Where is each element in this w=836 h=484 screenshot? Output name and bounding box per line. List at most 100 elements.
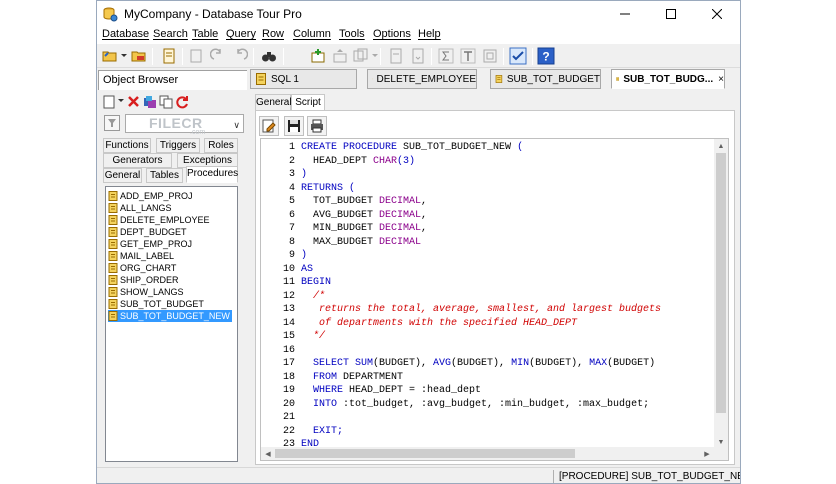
list-item[interactable]: MAIL_LABEL xyxy=(108,250,174,262)
code-token: TOT_BUDGET xyxy=(301,196,380,207)
code-token: returns the total, average, smallest, an… xyxy=(301,304,662,315)
code-text: ) xyxy=(301,168,307,181)
tab-triggers[interactable]: Triggers xyxy=(156,138,200,153)
vertical-scrollbar[interactable]: ▲ ▼ xyxy=(714,139,728,447)
edit-script-button[interactable] xyxy=(259,116,279,136)
list-item[interactable]: GET_EMP_PROJ xyxy=(108,238,192,250)
tab-delete-employee[interactable]: DELETE_EMPLOYEE xyxy=(367,69,477,89)
menu-row[interactable]: Row xyxy=(262,28,284,40)
code-text: MIN_BUDGET DECIMAL, xyxy=(301,222,427,235)
edit-button[interactable] xyxy=(186,46,206,66)
list-item[interactable]: SHOW_LANGS xyxy=(108,286,184,298)
code-text: AVG_BUDGET DECIMAL, xyxy=(301,209,427,222)
code-token: (BUDGET), xyxy=(451,358,512,369)
menu-table[interactable]: Table xyxy=(192,28,218,40)
list-item[interactable]: ALL_LANGS xyxy=(108,202,172,214)
line-number: 21 xyxy=(282,412,295,423)
list-item[interactable]: ORG_CHART xyxy=(108,262,176,274)
procedure-icon xyxy=(108,191,118,201)
open-dropdown-arrow[interactable] xyxy=(121,54,127,57)
tab-sub-tot-budget[interactable]: SUB_TOT_BUDGET xyxy=(490,69,601,89)
procedure-document-icon xyxy=(616,77,620,81)
list-item[interactable]: ADD_EMP_PROJ xyxy=(108,190,193,202)
minimize-button[interactable] xyxy=(602,1,648,27)
save-disk-icon xyxy=(288,120,300,132)
vertical-scroll-thumb[interactable] xyxy=(716,153,726,413)
menu-tools[interactable]: Tools xyxy=(339,28,365,40)
tab-script[interactable]: Script xyxy=(291,94,325,111)
code-token: DECIMAL xyxy=(379,196,422,207)
code-text: RETURNS ( xyxy=(301,182,355,195)
close-database-button[interactable] xyxy=(129,46,149,66)
list-item[interactable]: DELETE_EMPLOYEE xyxy=(108,214,210,226)
ob-refresh-button[interactable] xyxy=(174,94,189,109)
maximize-button[interactable] xyxy=(648,1,694,27)
menu-query[interactable]: Query xyxy=(226,28,256,40)
ob-copy-button[interactable] xyxy=(158,94,173,109)
menu-database[interactable]: Database xyxy=(102,28,149,40)
tab-general-info[interactable]: General xyxy=(255,94,292,111)
tab-sql-1[interactable]: SQL 1 xyxy=(250,69,357,89)
sum-button[interactable] xyxy=(436,46,456,66)
tab-general[interactable]: General xyxy=(103,168,142,183)
text-button[interactable] xyxy=(458,46,478,66)
check-button[interactable] xyxy=(508,46,528,66)
list-item[interactable]: SUB_TOT_BUDGET xyxy=(108,298,204,310)
ob-filter-button[interactable] xyxy=(104,115,120,131)
panel-splitter[interactable] xyxy=(244,90,248,466)
copy-row-icon xyxy=(353,48,368,62)
ob-filter-combo[interactable]: FILECR .com ∨ xyxy=(125,114,244,136)
code-token: INTO xyxy=(301,398,344,410)
menu-options[interactable]: Options xyxy=(373,28,411,40)
find-button[interactable] xyxy=(259,46,279,66)
copy-row-button[interactable] xyxy=(351,46,371,66)
redo-button[interactable] xyxy=(208,46,228,66)
open-database-button[interactable] xyxy=(100,46,120,66)
checkmark-icon xyxy=(509,47,527,65)
code-token: AVG xyxy=(433,358,452,369)
help-button[interactable]: ? xyxy=(536,46,556,66)
ob-new-dropdown-arrow[interactable] xyxy=(118,99,124,102)
memo-button[interactable] xyxy=(480,46,500,66)
move-row-up-button[interactable] xyxy=(330,46,350,66)
horizontal-scrollbar[interactable]: ◀ ▶ xyxy=(260,447,729,461)
close-button[interactable] xyxy=(694,1,740,27)
sql-code-editor[interactable]: 1 CREATE PROCEDURE SUB_TOT_BUDGET_NEW (2 … xyxy=(260,138,729,448)
database-app-icon xyxy=(103,7,118,22)
tab-tables[interactable]: Tables xyxy=(146,168,183,183)
copy-row-dropdown-arrow[interactable] xyxy=(372,54,378,57)
tab-sub-tot-budget-new[interactable]: SUB_TOT_BUDG... × xyxy=(611,69,725,89)
undo-button[interactable] xyxy=(230,46,250,66)
tab-close-icon[interactable]: × xyxy=(718,74,724,85)
scroll-left-icon[interactable]: ◀ xyxy=(261,447,275,461)
export-icon xyxy=(412,48,424,64)
main-toolbar: ? xyxy=(97,44,740,68)
report-button[interactable] xyxy=(386,46,406,66)
tab-roles[interactable]: Roles xyxy=(204,138,238,153)
code-token: , xyxy=(421,223,428,234)
menu-help[interactable]: Help xyxy=(418,28,441,40)
tab-functions[interactable]: Functions xyxy=(103,138,151,153)
insert-row-button[interactable] xyxy=(308,46,328,66)
chevron-down-icon[interactable]: ∨ xyxy=(233,120,240,131)
code-text: of departments with the specified HEAD_D… xyxy=(301,317,577,330)
list-item-selected[interactable]: SUB_TOT_BUDGET_NEW xyxy=(108,310,232,322)
procedure-icon xyxy=(108,311,118,321)
ob-delete-button[interactable] xyxy=(126,94,141,109)
procedure-icon xyxy=(108,275,118,285)
list-item[interactable]: DEPT_BUDGET xyxy=(108,226,187,238)
new-document-button[interactable] xyxy=(159,46,179,66)
menu-search[interactable]: Search xyxy=(153,28,188,40)
print-button[interactable] xyxy=(307,116,327,136)
save-button[interactable] xyxy=(284,116,304,136)
tab-generators[interactable]: Generators xyxy=(103,153,172,168)
scroll-up-icon[interactable]: ▲ xyxy=(714,139,728,153)
list-item[interactable]: SHIP_ORDER xyxy=(108,274,179,286)
horizontal-scroll-thumb[interactable] xyxy=(275,449,575,458)
scroll-right-icon[interactable]: ▶ xyxy=(700,447,714,461)
menu-column[interactable]: Column xyxy=(293,28,331,40)
tab-procedures[interactable]: Procedures xyxy=(186,166,238,183)
export-button[interactable] xyxy=(408,46,428,66)
ob-database-button[interactable] xyxy=(142,94,157,109)
ob-new-button[interactable] xyxy=(102,94,117,109)
